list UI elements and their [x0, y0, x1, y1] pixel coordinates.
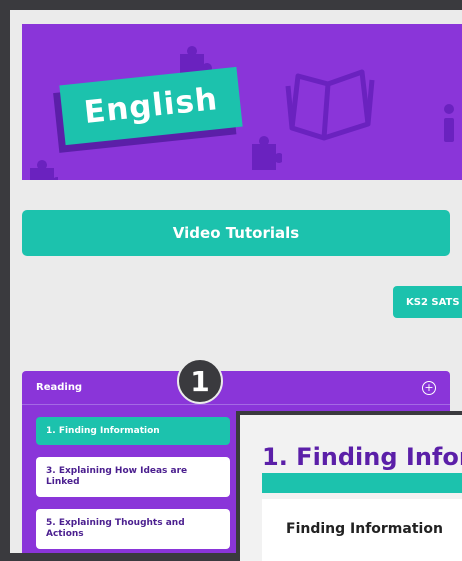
reading-item-label: 1. Finding Information — [46, 425, 160, 436]
preview-title: 1. Finding Inform — [262, 443, 462, 471]
preview-page: 1. Finding Inform Finding Information — [240, 415, 462, 561]
reading-heading: Reading — [36, 382, 83, 393]
reading-item-explaining-ideas-linked[interactable]: 3. Explaining How Ideas are Linked — [36, 457, 230, 497]
ks2-sats-button[interactable]: KS2 SATS — [393, 286, 462, 318]
preview-card-title: Finding Information — [286, 521, 443, 537]
reading-item-explaining-thoughts-actions[interactable]: 5. Explaining Thoughts and Actions — [36, 509, 230, 549]
puzzle-piece-icon — [30, 160, 58, 180]
video-tutorials-button[interactable]: Video Tutorials — [22, 210, 450, 256]
letter-i-decoration — [442, 104, 456, 144]
subject-title: English — [82, 81, 220, 131]
preview-card: Finding Information — [262, 499, 462, 561]
hero-banner: English — [22, 24, 462, 180]
open-book-icon — [285, 69, 375, 141]
plus-circle-icon[interactable]: + — [422, 381, 436, 395]
reading-item-label: 5. Explaining Thoughts and Actions — [46, 518, 185, 539]
subject-title-tag: English — [53, 66, 243, 153]
preview-action-bar[interactable] — [262, 473, 462, 493]
reading-panel-header[interactable]: Reading + — [22, 371, 450, 405]
callout-number-badge: 1 — [177, 358, 223, 404]
puzzle-piece-icon — [252, 136, 282, 170]
preview-inset: 1. Finding Inform Finding Information — [236, 411, 462, 561]
reading-item-label: 3. Explaining How Ideas are Linked — [46, 466, 188, 487]
reading-item-finding-information[interactable]: 1. Finding Information — [36, 417, 230, 445]
